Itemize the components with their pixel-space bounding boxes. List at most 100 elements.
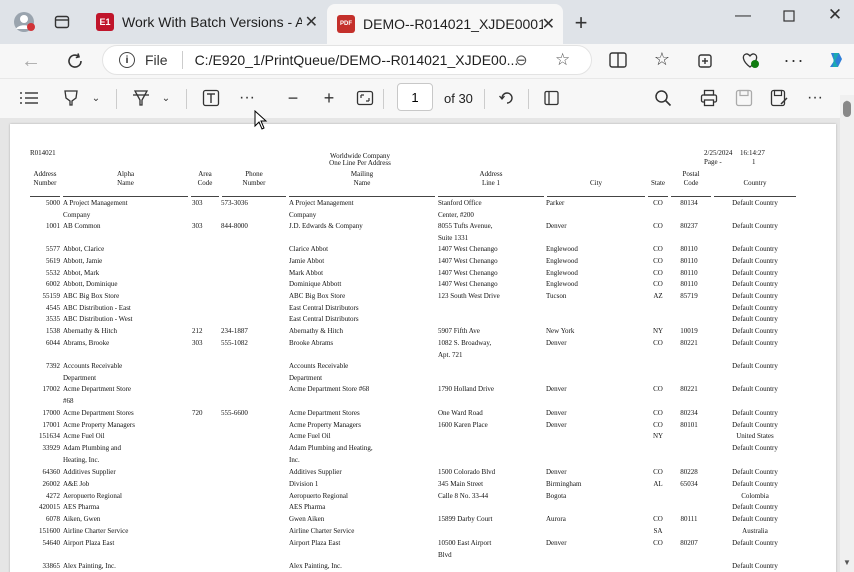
rotate-icon[interactable] [496, 87, 518, 109]
cell-num: 5000 [46, 199, 60, 207]
scroll-down-icon[interactable]: ▼ [843, 558, 851, 567]
cell-mail2: Department [289, 373, 323, 382]
cell-city: Denver [546, 539, 567, 547]
zoom-out-icon[interactable]: − [282, 87, 304, 109]
header-underline [714, 196, 796, 197]
cell-mail: Aeropuerto Regional [289, 492, 348, 500]
report-date: 2/25/2024 [704, 149, 733, 157]
print-icon[interactable] [698, 87, 720, 109]
cell-country: Australia [742, 527, 768, 535]
copilot-icon[interactable] [824, 48, 848, 72]
pdf-viewer[interactable]: R014021 Worldwide Company One Line Per A… [0, 118, 840, 572]
collections-icon[interactable] [694, 48, 718, 72]
close-icon[interactable]: ✕ [305, 12, 318, 32]
cell-mail: A Project Management [289, 199, 354, 207]
chevron-down-icon[interactable]: ⌄ [158, 89, 174, 107]
page-view-icon[interactable] [540, 87, 562, 109]
cell-area: 303 [192, 199, 203, 207]
close-window-button[interactable]: ✕ [820, 4, 850, 26]
favorite-star-icon[interactable]: ☆ [555, 50, 570, 70]
back-icon[interactable]: ← [18, 48, 44, 74]
pdf-favicon-icon: PDF [337, 15, 355, 33]
cell-state: CO [653, 385, 663, 393]
cell-state: CO [653, 245, 663, 253]
column-header-bottom: Name [353, 179, 371, 187]
header-underline [191, 196, 219, 197]
header-underline [547, 196, 645, 197]
cell-num: 1538 [46, 327, 60, 335]
minimize-button[interactable]: — [728, 6, 758, 26]
fit-page-icon[interactable] [354, 87, 376, 109]
profile-avatar-icon[interactable] [10, 8, 38, 36]
divider [383, 89, 384, 109]
info-icon[interactable]: i [119, 52, 135, 68]
cell-country: Default Country [732, 327, 778, 335]
more-menu-icon[interactable]: ··· [782, 48, 806, 72]
divider [116, 89, 117, 109]
cell-alpha2: #68 [63, 396, 74, 405]
performance-icon[interactable] [738, 48, 762, 72]
cell-alpha: AES Pharma [63, 503, 100, 511]
cell-alpha: Acme Department Stores [63, 409, 134, 417]
new-tab-button[interactable]: + [568, 10, 594, 36]
search-icon[interactable] [652, 87, 674, 109]
highlight-icon[interactable] [60, 87, 82, 109]
page-number-input[interactable]: 1 [397, 83, 433, 111]
save-as-icon[interactable] [768, 87, 790, 109]
cell-mail: ABC Big Box Store [289, 292, 346, 300]
cell-line1: 1790 Holland Drive [438, 385, 494, 393]
page-count: of 30 [444, 91, 473, 106]
cell-line1: 5907 Fifth Ave [438, 327, 480, 335]
cell-postal: 80134 [680, 199, 698, 207]
cell-line1b: Blvd [438, 550, 452, 559]
cell-mail: J.D. Edwards & Company [289, 222, 363, 230]
tab-pdf-report[interactable]: PDF DEMO--R014021_XJDE0001_D24 ✕ [327, 4, 563, 44]
vertical-scrollbar[interactable]: ▲ ▼ [840, 95, 854, 572]
column-header-bottom: Name [117, 179, 134, 187]
more-tools-icon[interactable]: ··· [236, 87, 258, 109]
scroll-thumb[interactable] [843, 101, 851, 117]
report-id: R014021 [30, 149, 56, 157]
cell-postal: 80237 [680, 222, 698, 230]
draw-icon[interactable] [130, 87, 152, 109]
add-text-icon[interactable] [200, 87, 222, 109]
tab-batch-versions[interactable]: E1 Work With Batch Versions - Avai ✕ [86, 6, 326, 38]
cell-num: 5619 [46, 257, 60, 265]
cell-country: Default Country [732, 539, 778, 547]
cell-mail: Dominique Abbott [289, 280, 342, 288]
cell-city: Tucson [546, 292, 567, 300]
header-underline [222, 196, 286, 197]
cell-alpha: ABC Distribution - East [63, 304, 131, 312]
address-bar[interactable]: i File C:/E920_1/PrintQueue/DEMO--R01402… [102, 45, 592, 75]
column-header-bottom: Code [197, 179, 213, 187]
cell-mail: East Central Distributors [289, 315, 359, 323]
table-of-contents-icon[interactable] [18, 87, 40, 109]
cell-country: Default Country [732, 269, 778, 277]
cell-state: CO [653, 222, 663, 230]
url-text[interactable]: C:/E920_1/PrintQueue/DEMO--R014021_XJDE0… [195, 52, 519, 68]
cell-mail: Jamie Abbot [289, 257, 325, 265]
refresh-icon[interactable] [62, 48, 88, 74]
cell-alpha: Adam Plumbing and [63, 444, 121, 452]
cell-country: United States [736, 432, 774, 440]
cell-country: Default Country [732, 444, 778, 452]
zoom-in-icon[interactable]: + [318, 87, 340, 109]
cell-phone: 555-6600 [221, 409, 248, 417]
chevron-down-icon[interactable]: ⌄ [88, 89, 104, 107]
favorites-icon[interactable]: ☆ [650, 47, 674, 71]
save-icon[interactable] [733, 87, 755, 109]
cell-state: AZ [653, 292, 663, 300]
cell-num: 33865 [42, 562, 61, 570]
pdf-more-icon[interactable]: ··· [804, 87, 826, 109]
split-screen-icon[interactable] [606, 48, 630, 72]
cell-area: 303 [192, 339, 203, 347]
cell-postal: 80234 [680, 409, 698, 417]
cell-country: Default Country [732, 515, 778, 523]
zoom-icon[interactable]: ⊖ [515, 51, 528, 69]
cell-alpha: ABC Big Box Store [63, 292, 120, 300]
mouse-cursor-icon [254, 110, 268, 130]
tab-actions-icon[interactable] [50, 10, 74, 34]
close-icon[interactable]: ✕ [542, 14, 555, 34]
cell-city: Englewood [546, 269, 578, 277]
maximize-button[interactable] [774, 6, 804, 26]
